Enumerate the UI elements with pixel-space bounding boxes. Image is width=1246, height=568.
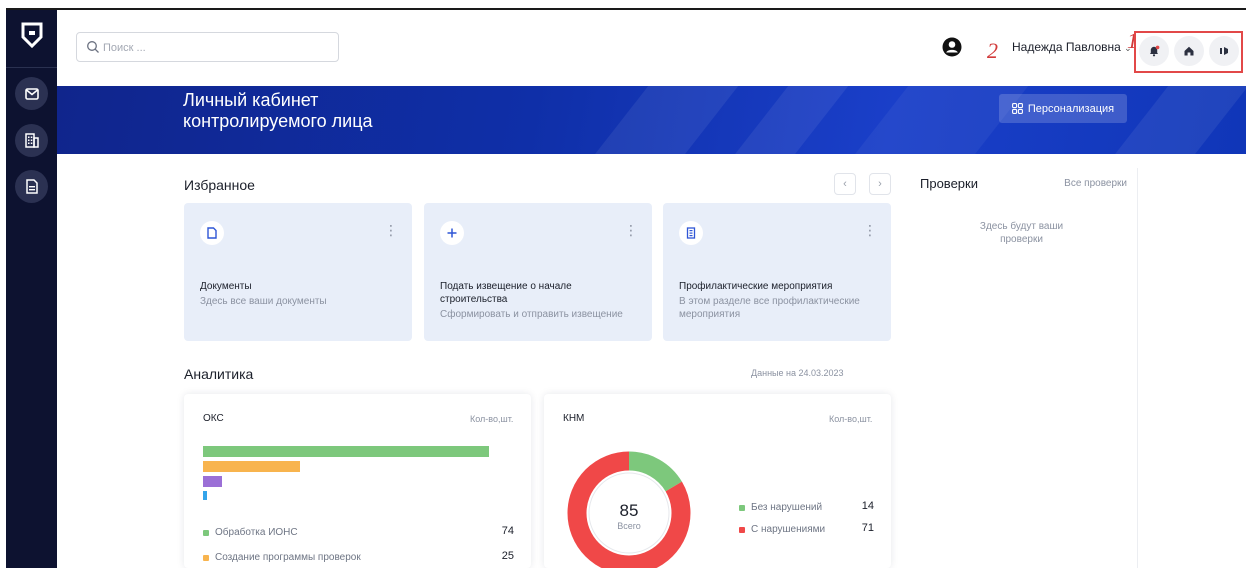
analytics-date: Данные на 24.03.2023 <box>751 368 844 378</box>
chevron-right-icon: › <box>878 178 882 190</box>
legend-dot <box>203 529 209 536</box>
app-root: 2 Надежда Павловна ⌄ 1 <box>0 0 1246 568</box>
app-logo-icon[interactable] <box>21 22 43 48</box>
card-subtitle: В этом разделе все профилактические меро… <box>679 296 860 320</box>
card-menu-icon[interactable]: ⋮ <box>384 223 398 237</box>
favorite-card-documents[interactable]: ⋮ Документы Здесь все ваши документы <box>184 203 412 341</box>
card-subtitle: Здесь все ваши документы <box>200 296 327 307</box>
oks-title: ОКС <box>203 413 224 424</box>
page-title: Личный кабинет контролируемого лица <box>183 90 373 132</box>
checks-title: Проверки <box>920 176 978 191</box>
oks-bar <box>203 476 222 487</box>
legend-dot <box>739 504 745 511</box>
legend-label: Обработка ИОНС <box>215 527 298 538</box>
card-title: Профилактические мероприятия <box>679 281 833 292</box>
personalize-label: Персонализация <box>1027 102 1115 115</box>
search-input[interactable] <box>103 39 323 57</box>
favorites-next-button[interactable]: › <box>869 173 891 195</box>
rail-documents-button[interactable] <box>15 170 48 203</box>
home-icon <box>1184 46 1194 56</box>
knm-card: КНМ Кол-во,шт. 85 Всего Без нарушений 14… <box>544 394 891 568</box>
knm-total-label: Всего <box>617 521 641 531</box>
analytics-title: Аналитика <box>184 366 254 382</box>
knm-total: 85 <box>619 501 639 520</box>
checks-empty-text: Здесь будут ваши проверки <box>979 221 1064 245</box>
legend-value: 25 <box>501 550 514 562</box>
legend-label: Создание программы проверок <box>215 552 361 563</box>
rail-messages-button[interactable] <box>15 77 48 110</box>
legend-value: 14 <box>861 500 874 512</box>
favorites-title: Избранное <box>184 177 255 193</box>
favorite-card-prevention[interactable]: ⋮ Профилактические мероприятия В этом ра… <box>663 203 891 341</box>
oks-bar <box>203 461 300 472</box>
document-icon <box>207 227 217 239</box>
legend-label: Без нарушений <box>751 502 823 513</box>
card-title: Подать извещение о начале строительства <box>440 281 572 305</box>
banner-decor <box>570 86 754 154</box>
knm-legend-item: Без нарушений <box>739 502 822 513</box>
knm-legend-item: С нарушениями <box>739 524 825 535</box>
document-icon <box>25 179 38 194</box>
plus-icon <box>447 228 457 238</box>
user-name: Надежда Павловна <box>1012 40 1121 54</box>
logout-button[interactable] <box>1209 36 1239 66</box>
page-title-line2: контролируемого лица <box>183 111 373 131</box>
building-icon <box>24 133 39 148</box>
notifications-button[interactable] <box>1139 36 1169 66</box>
home-button[interactable] <box>1174 36 1204 66</box>
favorites-prev-button[interactable]: ‹ <box>834 173 856 195</box>
bell-icon <box>1150 45 1160 57</box>
oks-bar <box>203 446 489 457</box>
left-rail <box>6 10 57 568</box>
knm-unit: Кол-во,шт. <box>829 414 873 424</box>
chevron-left-icon: ‹ <box>843 178 847 190</box>
oks-card: ОКС Кол-во,шт. Обработка ИОНС 74 Создани… <box>184 394 531 568</box>
card-subtitle: Сформировать и отправить извещение <box>440 309 623 320</box>
grid-icon <box>1011 103 1023 114</box>
legend-value: 74 <box>501 525 514 537</box>
building-icon <box>686 227 696 239</box>
user-avatar-icon[interactable] <box>942 37 962 57</box>
top-header: 2 Надежда Павловна ⌄ 1 <box>57 10 1246 86</box>
legend-dot <box>203 554 209 561</box>
user-menu[interactable]: Надежда Павловна ⌄ <box>1012 40 1132 54</box>
rail-separator <box>6 67 57 68</box>
knm-title: КНМ <box>563 413 585 424</box>
annotation-2: 2 <box>987 38 998 63</box>
search-box[interactable] <box>76 32 339 62</box>
card-icon-wrap <box>679 221 703 245</box>
legend-dot <box>739 526 745 533</box>
personalize-button[interactable]: Персонализация <box>999 94 1127 123</box>
legend-label: С нарушениями <box>751 524 826 535</box>
all-checks-link[interactable]: Все проверки <box>1064 178 1127 189</box>
favorite-card-notice[interactable]: ⋮ Подать извещение о начале строительств… <box>424 203 652 341</box>
card-title: Документы <box>200 281 252 292</box>
card-icon-wrap <box>440 221 464 245</box>
oks-bar <box>203 491 207 500</box>
card-icon-wrap <box>200 221 224 245</box>
logout-icon <box>1220 47 1228 55</box>
envelope-icon <box>24 87 39 100</box>
rail-objects-button[interactable] <box>15 124 48 157</box>
banner-decor <box>710 86 864 154</box>
oks-unit: Кол-во,шт. <box>470 414 514 424</box>
legend-value: 71 <box>861 522 874 534</box>
checks-panel: Проверки Все проверки Здесь будут ваши п… <box>905 168 1138 568</box>
search-icon <box>87 41 99 53</box>
hero-banner: Личный кабинет контролируемого лица Перс… <box>57 86 1246 154</box>
page-title-line1: Личный кабинет <box>183 90 319 110</box>
card-menu-icon[interactable]: ⋮ <box>863 223 877 237</box>
oks-legend-item: Создание программы проверок <box>203 552 361 563</box>
oks-legend-item: Обработка ИОНС <box>203 527 298 538</box>
card-menu-icon[interactable]: ⋮ <box>624 223 638 237</box>
